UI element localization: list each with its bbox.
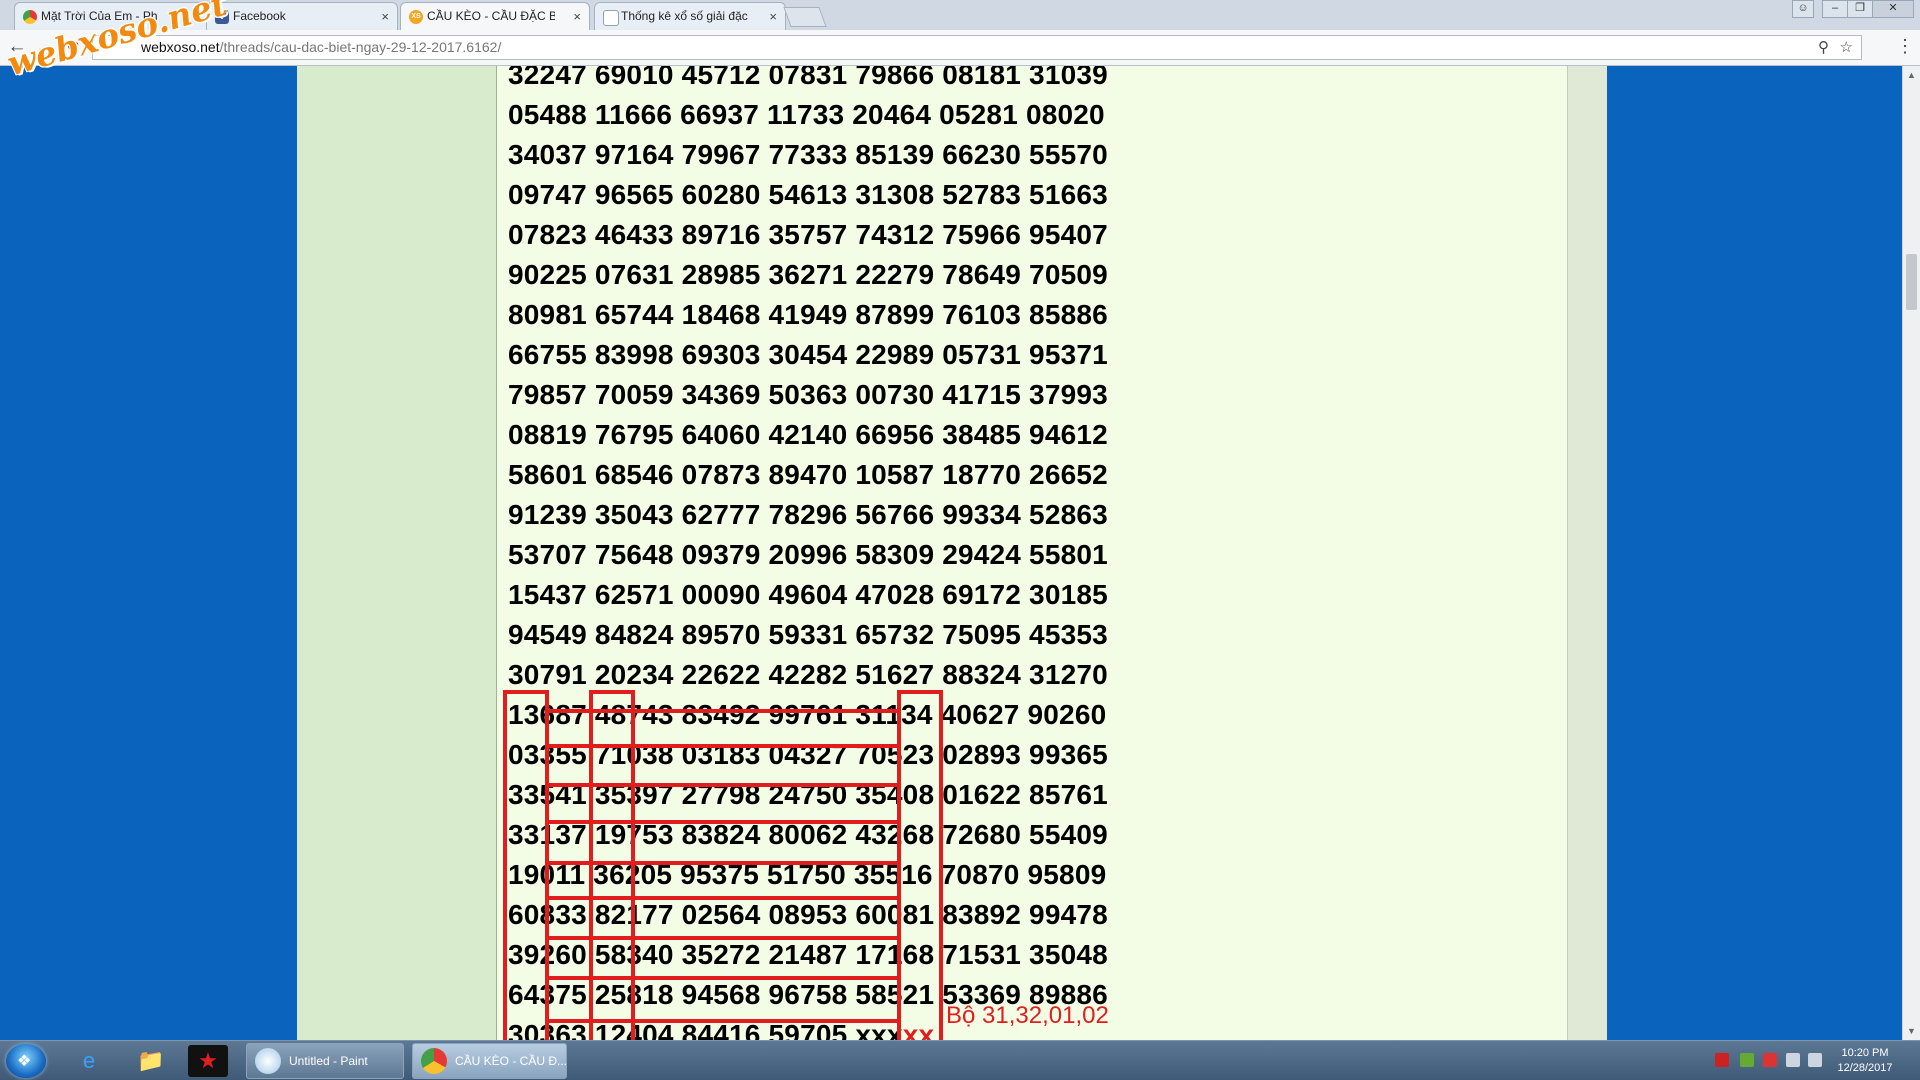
garena-tray-icon[interactable]: [1715, 1053, 1729, 1067]
annotation-overlay: [503, 690, 943, 1040]
page-viewport: 32247 69010 45712 07831 79866 08181 3103…: [0, 66, 1902, 1040]
tab-cau-keo[interactable]: XS CẦU KÈO - CẦU ĐẶC BIỆ ×: [400, 2, 590, 30]
taskbar-label: CẦU KÈO - CẦU Đ...: [455, 1054, 567, 1068]
bookmark-star-icon[interactable]: ☆: [1840, 36, 1853, 59]
clock-time: 10:20 PM: [1841, 1047, 1889, 1059]
new-tab-button[interactable]: [783, 7, 827, 27]
url-path: /threads/cau-dac-biet-ngay-29-12-2017.61…: [219, 39, 502, 55]
browser-toolbar: ← → ↻ webxoso.net/threads/cau-dac-biet-n…: [0, 30, 1920, 66]
tab-label: Facebook: [233, 9, 286, 23]
profile-icon[interactable]: ☺: [1792, 0, 1814, 18]
chrome-icon: [421, 1048, 447, 1074]
window-close-button[interactable]: ✕: [1872, 0, 1914, 18]
file-explorer-icon[interactable]: 📁: [126, 1045, 176, 1077]
tab-label: Thống kê xổ số giải đặc: [621, 9, 748, 23]
clock-date: 12/28/2017: [1837, 1062, 1893, 1074]
vertical-scrollbar[interactable]: ▲ ▼: [1902, 66, 1920, 1040]
vietkey-tray-icon[interactable]: [1763, 1053, 1777, 1067]
zoom-icon[interactable]: ⚲: [1818, 36, 1829, 59]
annotation-note: Bộ 31,32,01,02: [946, 1002, 1109, 1029]
chrome-icon: [23, 10, 37, 24]
restore-button[interactable]: ❐: [1847, 0, 1873, 18]
taskbar-chrome[interactable]: CẦU KÈO - CẦU Đ...: [412, 1043, 567, 1079]
nvidia-tray-icon[interactable]: [1740, 1053, 1754, 1067]
close-icon[interactable]: ×: [573, 3, 581, 30]
tab-facebook[interactable]: f Facebook ×: [206, 2, 398, 30]
minimize-button[interactable]: –: [1822, 0, 1848, 18]
taskbar-paint[interactable]: Untitled - Paint: [246, 1043, 404, 1079]
address-bar[interactable]: webxoso.net/threads/cau-dac-biet-ngay-29…: [92, 35, 1862, 60]
taskbar-label: Untitled - Paint: [289, 1054, 368, 1068]
webxoso-icon: XS: [409, 10, 423, 24]
windows-start-icon[interactable]: ❖: [6, 1044, 46, 1078]
tab-thong-ke[interactable]: Thống kê xổ số giải đặc ×: [594, 2, 786, 30]
menu-icon[interactable]: ⋮: [1896, 36, 1914, 57]
close-icon[interactable]: ×: [769, 3, 777, 30]
close-icon[interactable]: ×: [381, 3, 389, 30]
page-icon: [603, 10, 619, 26]
annotation-box-col1: [503, 690, 549, 1040]
network-icon[interactable]: [1786, 1053, 1800, 1067]
scroll-down-arrow-icon[interactable]: ▼: [1907, 1026, 1916, 1036]
browser-tab-strip: Mặt Trời Của Em - Ph × f Facebook × XS C…: [0, 0, 1920, 30]
system-clock[interactable]: 10:20 PM 12/28/2017: [1820, 1046, 1910, 1076]
scrollbar-thumb[interactable]: [1906, 254, 1917, 310]
scroll-up-arrow-icon[interactable]: ▲: [1907, 70, 1916, 80]
internet-explorer-icon[interactable]: e: [64, 1045, 114, 1077]
garena-icon[interactable]: ★: [188, 1045, 228, 1077]
windows-taskbar: ❖ e 📁 ★ Untitled - Paint CẦU KÈO - CẦU Đ…: [0, 1040, 1920, 1080]
annotation-box-col3: [897, 690, 943, 1040]
tab-label: CẦU KÈO - CẦU ĐẶC BIỆ: [427, 9, 555, 23]
paint-icon: [255, 1048, 281, 1074]
